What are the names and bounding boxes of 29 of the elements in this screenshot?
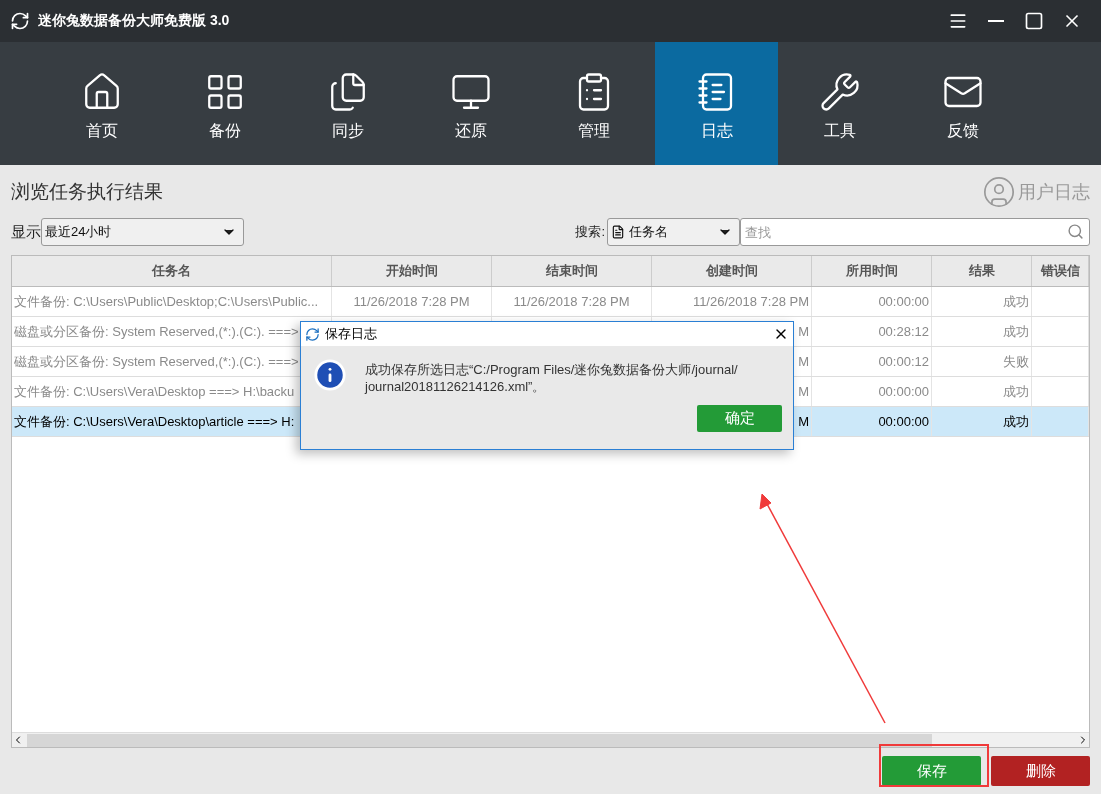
table-cell: 磁盘或分区备份: System Reserved,(*:).(C:). ===> [14, 322, 299, 341]
table-cell: M [798, 324, 809, 339]
table-cell: 磁盘或分区备份: System Reserved,(*:).(C:). ===> [14, 352, 299, 371]
table-cell: 成功 [1003, 292, 1029, 311]
table-cell: 文件备份: C:\Users\Vera\Desktop ===> H:\backu [14, 382, 295, 401]
table-cell: M [798, 384, 809, 399]
table-cell: 成功 [1003, 412, 1029, 431]
table-cell: 失败 [1003, 352, 1029, 371]
search-label: 搜索: [575, 223, 605, 241]
table-cell: 00:00:12 [878, 354, 929, 369]
table-cell: 11/26/2018 7:28 PM [692, 294, 809, 309]
table-cell: 成功 [1003, 322, 1029, 341]
table-cell: M [798, 414, 809, 429]
table-cell: 文件备份: C:\Users\Vera\Desktop\article ===> H: [14, 412, 295, 431]
table-cell: 00:00:00 [878, 294, 929, 309]
user-log-label: 用户日志 [1018, 181, 1090, 204]
table-cell: 00:28:12 [878, 324, 929, 339]
page-heading: 浏览任务执行结果 [11, 180, 163, 204]
table-cell: 00:00:00 [878, 384, 929, 399]
filter-label: 显示 [11, 222, 41, 242]
table-cell: 成功 [1003, 382, 1029, 401]
table-cell: 11/26/2018 7:28 PM [513, 294, 630, 309]
dialog-title: 保存日志 [325, 325, 378, 343]
window-title: 迷你兔数据备份大师免费版 3.0 [38, 12, 231, 30]
table-cell: M [798, 354, 809, 369]
table-cell: 文件备份: C:\Users\Public\Desktop;C:\Users\Public... [14, 292, 319, 311]
dialog-message: 成功保存所选日志“C:/Program Files/迷你兔数据备份大师/journal/ journal20181126214126.xml”。 [365, 361, 738, 395]
table-cell: 11/26/2018 7:28 PM [353, 294, 470, 309]
table-cell: 00:00:00 [878, 414, 929, 429]
